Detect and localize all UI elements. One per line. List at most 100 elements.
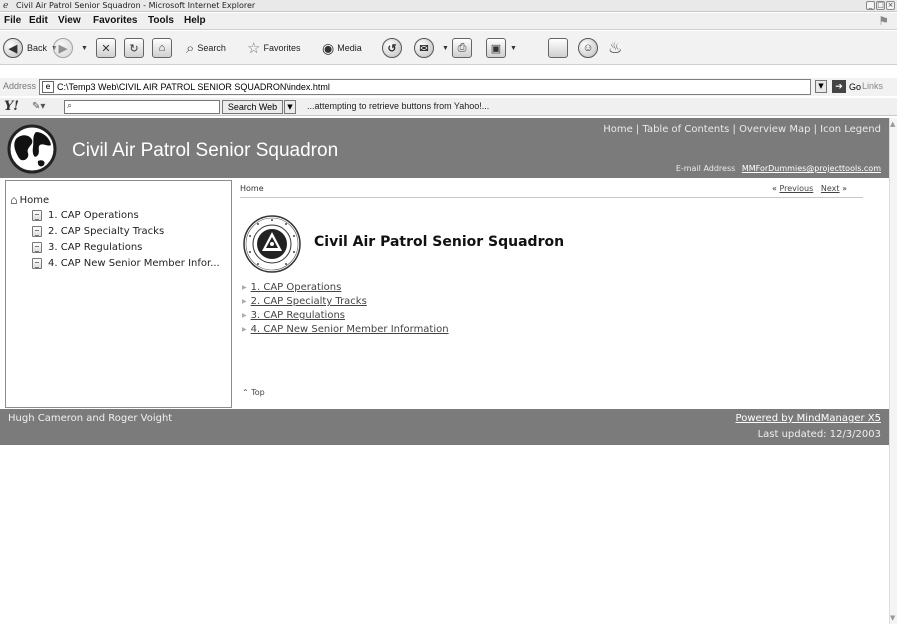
address-bar: Address e C:\Temp3 Web\CIVIL AIR PATROL … <box>0 78 897 96</box>
vertical-scrollbar[interactable]: ▲ ▼ <box>889 118 897 624</box>
toolbar: ◀ Back ▼ ▶ ▼ ✕ ↻ ⌂ ⌕ Search ☆ Favorites … <box>0 31 897 65</box>
site-header: Civil Air Patrol Senior Squadron Home | … <box>0 118 889 178</box>
yahoo-search-input[interactable]: ⌕ <box>64 100 220 114</box>
forward-button[interactable]: ▶ ▼ <box>53 36 88 60</box>
powered-by-link[interactable]: Powered by MindManager X5 <box>736 413 881 424</box>
print-button[interactable]: ⎙ <box>452 36 472 60</box>
home-icon: ⌂ <box>152 38 172 58</box>
scroll-down-icon[interactable]: ▼ <box>890 614 895 622</box>
navigation-tree: ⌂ Home 1. CAP Operations 2. CAP Specialt… <box>5 180 232 408</box>
document-icon <box>32 242 42 253</box>
header-divider <box>240 197 863 198</box>
home-tree-icon: ⌂ <box>10 193 18 207</box>
mail-icon: ✉ <box>414 38 434 58</box>
stop-button[interactable]: ✕ <box>96 36 116 60</box>
content-link-item: ▶ 3. CAP Regulations <box>242 310 345 321</box>
window-controls: _ □ × <box>866 1 895 10</box>
tree-item-cap-new-senior-member[interactable]: 4. CAP New Senior Member Infor... <box>32 258 220 269</box>
refresh-icon: ↻ <box>124 38 144 58</box>
address-dropdown-icon[interactable]: ▼ <box>815 80 827 93</box>
forward-dropdown-icon[interactable]: ▼ <box>81 45 88 52</box>
globe-icon <box>7 124 57 174</box>
home-button[interactable]: ⌂ <box>152 36 172 60</box>
bullet-icon: ▶ <box>242 312 247 319</box>
yahoo-logo-icon[interactable]: Y! <box>4 99 19 114</box>
menu-view[interactable]: View <box>58 15 81 26</box>
star-icon: ☆ <box>247 40 261 57</box>
discuss-button[interactable] <box>548 36 568 60</box>
back-button[interactable]: ◀ Back ▼ <box>3 36 58 60</box>
document-icon <box>32 226 42 237</box>
menu-tools[interactable]: Tools <box>148 15 174 26</box>
table-of-contents-link[interactable]: Table of Contents <box>642 124 729 135</box>
previous-icon: « <box>772 184 777 193</box>
main-content: Home « Previous Next » Civil Air Patrol … <box>240 180 885 408</box>
menu-file[interactable]: File <box>4 15 21 26</box>
next-icon: » <box>842 184 847 193</box>
next-link[interactable]: Next <box>821 184 840 193</box>
bullet-icon: ▶ <box>242 284 247 291</box>
tree-item-label: Home <box>19 194 50 206</box>
tree-item-cap-operations[interactable]: 1. CAP Operations <box>32 210 139 221</box>
cap-regulations-link[interactable]: 3. CAP Regulations <box>251 310 345 321</box>
minimize-icon[interactable]: _ <box>866 1 875 10</box>
previous-link[interactable]: Previous <box>779 184 813 193</box>
email-label: E-mail Address <box>675 164 736 173</box>
menu-bar: File Edit View Favorites Tools Help ⚑ <box>0 13 897 30</box>
tree-item-label: 2. CAP Specialty Tracks <box>48 226 165 237</box>
site-title: Civil Air Patrol Senior Squadron <box>72 140 339 161</box>
messenger-icon: ☺ <box>578 38 598 58</box>
tree-item-cap-specialty-tracks[interactable]: 2. CAP Specialty Tracks <box>32 226 164 237</box>
email-link[interactable]: MMForDummies@projecttools.com <box>742 164 881 173</box>
search-web-button[interactable]: Search Web <box>222 100 283 114</box>
media-button[interactable]: ◉ Media <box>322 36 362 60</box>
refresh-button[interactable]: ↻ <box>124 36 144 60</box>
history-button[interactable]: ↺ <box>382 36 406 60</box>
favorites-button[interactable]: ☆ Favorites <box>247 36 300 60</box>
back-to-top-link[interactable]: ⌃ Top <box>242 388 265 397</box>
scroll-up-icon[interactable]: ▲ <box>890 120 895 128</box>
edit-button[interactable]: ▣ ▼ <box>486 36 517 60</box>
home-link[interactable]: Home <box>603 124 633 135</box>
search-label: Search <box>197 43 226 53</box>
back-label: Back <box>27 43 48 53</box>
site-footer: Hugh Cameron and Roger Voight Powered by… <box>0 409 889 445</box>
search-button[interactable]: ⌕ Search <box>186 36 226 60</box>
top-navigation: Home | Table of Contents | Overview Map … <box>603 124 881 135</box>
last-updated-text: Last updated: 12/3/2003 <box>757 429 881 440</box>
bullet-icon: ▶ <box>242 326 247 333</box>
authors-text: Hugh Cameron and Roger Voight <box>8 413 173 424</box>
mail-dropdown-icon[interactable]: ▼ <box>442 45 449 52</box>
overview-map-link[interactable]: Overview Map <box>739 124 810 135</box>
icon-legend-link[interactable]: Icon Legend <box>820 124 881 135</box>
maximize-icon[interactable]: □ <box>876 1 885 10</box>
cap-new-senior-member-link[interactable]: 4. CAP New Senior Member Information <box>251 324 449 335</box>
pencil-dropdown-icon[interactable]: ✎▾ <box>32 101 45 112</box>
cap-operations-link[interactable]: 1. CAP Operations <box>251 282 342 293</box>
menu-help[interactable]: Help <box>184 15 206 26</box>
tree-item-cap-regulations[interactable]: 3. CAP Regulations <box>32 242 142 253</box>
cap-specialty-tracks-link[interactable]: 2. CAP Specialty Tracks <box>251 296 367 307</box>
close-icon[interactable]: × <box>886 1 895 10</box>
search-web-dropdown-icon[interactable]: ▼ <box>284 100 296 114</box>
address-input[interactable]: e C:\Temp3 Web\CIVIL AIR PATROL SENIOR S… <box>39 79 811 95</box>
breadcrumb[interactable]: Home <box>240 184 264 193</box>
pager: « Previous Next » <box>772 184 847 193</box>
go-button[interactable]: ➔ Go <box>832 80 861 93</box>
bullet-icon: ▶ <box>242 298 247 305</box>
research-button[interactable]: ♨ <box>608 36 622 60</box>
page-title: Civil Air Patrol Senior Squadron <box>314 234 565 250</box>
tree-item-home[interactable]: ⌂ Home <box>10 193 49 207</box>
menu-favorites[interactable]: Favorites <box>93 15 137 26</box>
document-icon <box>32 210 42 221</box>
search-small-icon: ⌕ <box>67 101 73 111</box>
mail-button[interactable]: ✉ ▼ <box>414 36 449 60</box>
up-arrow-icon: ⌃ <box>242 388 249 397</box>
links-button[interactable]: Links <box>862 81 883 91</box>
menu-edit[interactable]: Edit <box>29 15 48 26</box>
go-label: Go <box>849 81 862 92</box>
top-label: Top <box>251 388 265 397</box>
edit-dropdown-icon[interactable]: ▼ <box>510 45 517 52</box>
yahoo-toolbar: Y! ✎▾ ⌕ Search Web ▼ ...attempting to re… <box>0 98 897 116</box>
messenger-button[interactable]: ☺ <box>578 36 602 60</box>
